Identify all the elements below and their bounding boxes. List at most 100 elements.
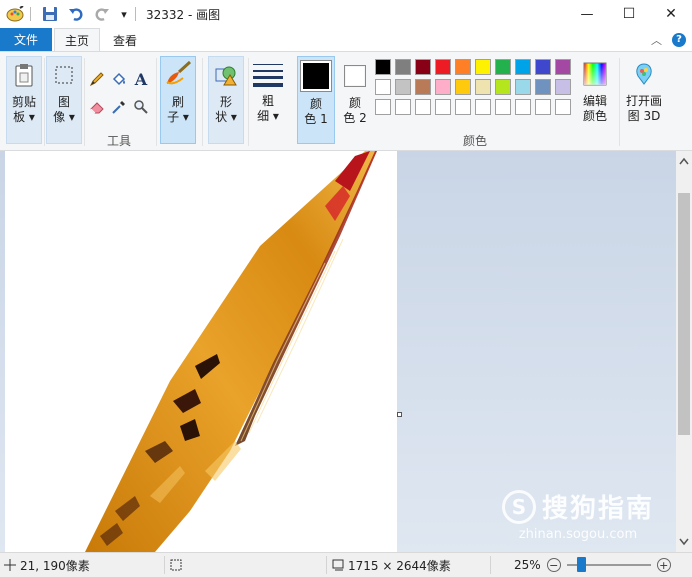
- title-separator-2: [135, 7, 136, 21]
- palette-swatch[interactable]: [455, 99, 471, 115]
- palette-swatch[interactable]: [375, 79, 391, 95]
- edit-colors-button[interactable]: 编辑 颜色: [577, 56, 613, 144]
- palette-swatch[interactable]: [555, 59, 571, 75]
- ribbon-separator: [156, 58, 157, 146]
- magnifier-icon[interactable]: [132, 98, 150, 116]
- brush-icon: [162, 59, 194, 89]
- palette-swatch[interactable]: [455, 59, 471, 75]
- palette-swatch[interactable]: [475, 99, 491, 115]
- color1-button[interactable]: 颜 色 1: [297, 56, 335, 144]
- palette-swatch[interactable]: [395, 59, 411, 75]
- palette-swatch[interactable]: [415, 99, 431, 115]
- size-button[interactable]: 粗 细 ▾: [250, 56, 286, 144]
- canvas-image: [85, 151, 377, 552]
- watermark-text: 搜狗指南: [541, 494, 654, 524]
- cursor-position: 21, 190像素: [4, 553, 90, 577]
- palette-swatch[interactable]: [495, 59, 511, 75]
- tab-file[interactable]: 文件: [0, 28, 52, 51]
- palette-swatch[interactable]: [435, 79, 451, 95]
- tab-right-controls: ︿ ?: [651, 28, 692, 51]
- color2-button[interactable]: 颜 色 2: [338, 56, 372, 144]
- drawing-canvas[interactable]: [5, 151, 397, 552]
- eraser-icon[interactable]: [88, 98, 106, 116]
- palette-swatch[interactable]: [535, 79, 551, 95]
- zoom-in-button[interactable]: +: [656, 558, 671, 572]
- palette-swatch[interactable]: [495, 79, 511, 95]
- tab-home[interactable]: 主页: [54, 28, 100, 52]
- image-button[interactable]: 图 像 ▾: [46, 56, 82, 144]
- select-rectangle-icon: [50, 61, 78, 89]
- scroll-up-icon[interactable]: [676, 153, 692, 169]
- status-divider: [326, 556, 327, 574]
- size-label-line1: 粗: [261, 94, 274, 108]
- scroll-down-icon[interactable]: [676, 534, 692, 550]
- palette-swatch[interactable]: [395, 79, 411, 95]
- zoom-out-button[interactable]: −: [546, 558, 561, 572]
- palette-swatch[interactable]: [375, 99, 391, 115]
- edit-colors-label-line2: 颜色: [582, 109, 607, 123]
- redo-icon[interactable]: [91, 3, 113, 25]
- palette-swatch[interactable]: [395, 99, 411, 115]
- color2-label: 颜 色 2: [343, 96, 366, 126]
- vertical-scrollbar[interactable]: [676, 151, 692, 552]
- palette-swatch[interactable]: [415, 59, 431, 75]
- image-label-line2: 像 ▾: [53, 110, 75, 124]
- palette-swatch[interactable]: [375, 59, 391, 75]
- palette-swatch[interactable]: [535, 59, 551, 75]
- color1-fill: [303, 63, 329, 89]
- color-spectrum-icon: [581, 60, 609, 88]
- ribbon-separator: [84, 58, 85, 146]
- zoom-controls: 25% − +: [514, 553, 671, 577]
- text-tool-icon[interactable]: A: [132, 70, 150, 89]
- canvas-workspace[interactable]: S 搜狗指南 zhinan.sogou.com: [0, 151, 676, 552]
- palette-swatch[interactable]: [435, 99, 451, 115]
- ribbon-separator: [44, 58, 45, 146]
- clipboard-label: 剪贴 板 ▾: [12, 95, 36, 125]
- ribbon-separator: [202, 58, 203, 146]
- close-button[interactable]: ✕: [650, 0, 692, 28]
- palette-swatch[interactable]: [555, 79, 571, 95]
- undo-icon[interactable]: [65, 3, 87, 25]
- palette-swatch[interactable]: [555, 99, 571, 115]
- quick-access-dropdown-icon[interactable]: ▾: [117, 3, 131, 25]
- color1-label-line2: 色 1: [304, 112, 328, 126]
- clipboard-button[interactable]: 剪贴 板 ▾: [6, 56, 42, 144]
- palette-swatch[interactable]: [515, 59, 531, 75]
- shapes-button[interactable]: 形 状 ▾: [208, 56, 244, 144]
- palette-swatch[interactable]: [435, 59, 451, 75]
- image-label-line1: 图: [57, 95, 70, 109]
- shapes-label: 形 状 ▾: [215, 95, 237, 125]
- paint-app-icon[interactable]: [4, 3, 26, 25]
- selection-size: [170, 553, 182, 577]
- palette-swatch[interactable]: [455, 79, 471, 95]
- palette-swatch[interactable]: [475, 59, 491, 75]
- tab-view[interactable]: 查看: [102, 28, 148, 52]
- palette-swatch[interactable]: [535, 99, 551, 115]
- brushes-button[interactable]: 刷 子 ▾: [160, 56, 196, 144]
- title-separator: [30, 7, 31, 21]
- paint3d-label: 打开画 图 3D: [626, 94, 662, 124]
- palette-swatch[interactable]: [515, 79, 531, 95]
- zoom-slider-thumb[interactable]: [576, 557, 586, 572]
- canvas-resize-handle-right[interactable]: [397, 412, 402, 417]
- pencil-icon[interactable]: [88, 70, 106, 88]
- minimize-button[interactable]: —: [566, 0, 608, 28]
- help-icon[interactable]: ?: [672, 32, 686, 47]
- ribbon-tabs: 文件 主页 查看 ︿ ?: [0, 28, 692, 52]
- image-size-text: 1715 × 2644像素: [348, 558, 451, 573]
- zoom-slider[interactable]: [566, 557, 651, 572]
- palette-swatch[interactable]: [475, 79, 491, 95]
- collapse-ribbon-icon[interactable]: ︿: [651, 32, 662, 48]
- open-paint3d-button[interactable]: 打开画 图 3D: [623, 56, 665, 144]
- palette-swatch[interactable]: [415, 79, 431, 95]
- window-title: 32332 - 画图: [146, 7, 221, 22]
- fill-bucket-icon[interactable]: [110, 70, 128, 88]
- scrollbar-thumb[interactable]: [678, 193, 690, 435]
- shapes-label-line1: 形: [219, 95, 232, 109]
- maximize-button[interactable]: ☐: [608, 0, 650, 28]
- color-picker-icon[interactable]: [110, 98, 128, 116]
- palette-swatch[interactable]: [515, 99, 531, 115]
- size-label: 粗 细 ▾: [257, 94, 279, 124]
- save-icon[interactable]: [39, 3, 61, 25]
- palette-swatch[interactable]: [495, 99, 511, 115]
